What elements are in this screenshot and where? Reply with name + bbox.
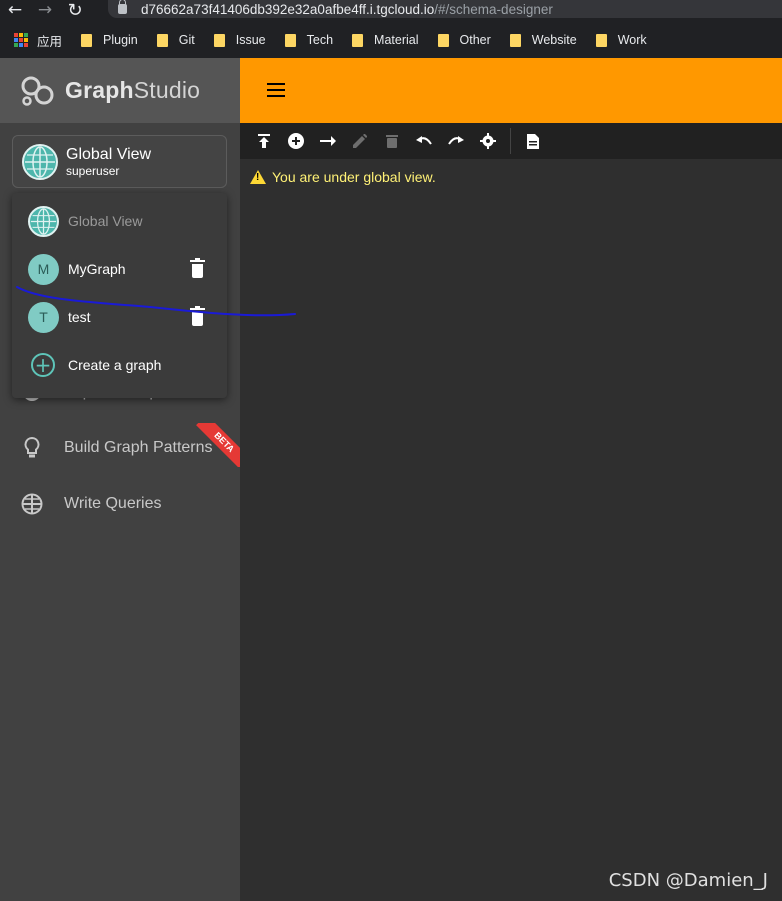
app-logo[interactable]: GraphStudio (0, 58, 240, 123)
bookmark-label: Issue (235, 33, 266, 47)
watermark: CSDN @Damien_J (608, 870, 768, 891)
graph-dropdown-menu: Global View M MyGraph T test + Create a … (12, 193, 227, 398)
undo-icon[interactable] (408, 123, 440, 159)
bookmark-label: 应用 (37, 34, 63, 49)
warning-icon (250, 170, 266, 184)
selector-text: Global View superuser (66, 146, 151, 178)
folder-icon (213, 33, 225, 47)
sidebar-item-build-graph-patterns[interactable]: Build Graph Patterns (20, 434, 213, 462)
add-vertex-icon[interactable] (280, 123, 312, 159)
reload-icon[interactable]: ↻ (60, 0, 90, 21)
trash-icon[interactable] (190, 306, 205, 326)
bookmark-work[interactable]: Work (595, 33, 647, 47)
bookmark-other[interactable]: Other (437, 33, 491, 47)
bookmark-apps[interactable]: 应用 (14, 31, 62, 50)
dropdown-item-label: Global View (68, 213, 143, 229)
bookmark-issue[interactable]: Issue (213, 33, 266, 47)
bookmark-website[interactable]: Website (509, 33, 577, 47)
delete-icon[interactable] (376, 123, 408, 159)
selector-subtitle: superuser (66, 163, 120, 178)
globe-icon (28, 205, 59, 237)
selector-title: Global View (66, 145, 152, 163)
avatar: T (28, 301, 59, 333)
folder-icon (595, 33, 607, 47)
bookmark-label: Tech (306, 33, 334, 47)
bookmark-label: Material (374, 33, 419, 47)
globe-icon (22, 143, 58, 180)
avatar: M (28, 253, 59, 285)
beta-ribbon: BETA (196, 423, 240, 467)
bookmark-plugin[interactable]: Plugin (81, 33, 138, 47)
publish-icon[interactable] (248, 123, 280, 159)
add-circle-icon: + (31, 353, 55, 377)
logo-text: GraphStudio (65, 77, 201, 103)
beta-label: BETA (196, 423, 240, 467)
graphstudio-logo-icon (21, 76, 54, 106)
url-host: d76662a73f41406db392e32a0afbe4ff.i.tgclo… (141, 1, 435, 17)
toolbar-divider (510, 128, 511, 154)
bookmark-label: Plugin (103, 33, 138, 47)
lightbulb-icon (20, 436, 44, 460)
dropdown-item-test[interactable]: T test (12, 293, 227, 341)
schema-canvas[interactable]: You are under global view. CSDN @Damien_… (240, 159, 782, 901)
dropdown-item-mygraph[interactable]: M MyGraph (12, 245, 227, 293)
sidebar-item-write-queries[interactable]: Write Queries (20, 490, 162, 518)
browser-chrome: ← → ↻ d76662a73f41406db392e32a0afbe4ff.i… (0, 0, 782, 58)
sidebar: GraphStudio Explore Graph Build Graph Pa… (0, 58, 240, 901)
dropdown-item-label: test (68, 309, 91, 325)
back-icon[interactable]: ← (0, 0, 30, 20)
edit-icon[interactable] (344, 123, 376, 159)
folder-icon (352, 33, 364, 47)
lock-icon (118, 0, 127, 14)
bookmark-git[interactable]: Git (156, 33, 195, 47)
dropdown-item-create-graph[interactable]: + Create a graph (12, 341, 227, 389)
bookmark-label: Git (178, 33, 195, 47)
trash-icon[interactable] (190, 258, 205, 278)
warning-text: You are under global view. (272, 169, 436, 185)
global-view-warning: You are under global view. (250, 169, 436, 185)
bookmark-label: Work (617, 33, 647, 47)
schema-toolbar (240, 123, 782, 159)
folder-icon (81, 33, 93, 47)
sidebar-item-label: Build Graph Patterns (64, 439, 213, 456)
address-bar[interactable]: d76662a73f41406db392e32a0afbe4ff.i.tgclo… (108, 0, 782, 18)
settings-icon[interactable] (472, 123, 504, 159)
dropdown-item-global-view[interactable]: Global View (12, 197, 227, 245)
dropdown-item-label: MyGraph (68, 261, 126, 277)
folder-icon (437, 33, 449, 47)
document-icon[interactable] (517, 123, 549, 159)
graph-selector[interactable]: Global View superuser (12, 135, 227, 188)
menu-icon[interactable] (267, 83, 285, 97)
folder-icon (284, 33, 296, 47)
dropdown-item-label: Create a graph (68, 357, 162, 373)
bookmark-tech[interactable]: Tech (284, 33, 334, 47)
apps-grid-icon (14, 33, 28, 47)
folder-icon (509, 33, 521, 47)
bookmarks-bar: 应用 Plugin Git Issue Tech Material Other … (0, 28, 782, 52)
bookmark-label: Other (459, 33, 491, 47)
url-path: /#/schema-designer (434, 1, 553, 17)
bookmark-label: Website (531, 33, 577, 47)
forward-icon[interactable]: → (30, 0, 60, 20)
sidebar-item-label: Write Queries (64, 495, 162, 512)
globe-query-icon (20, 492, 44, 516)
add-edge-icon[interactable] (312, 123, 344, 159)
redo-icon[interactable] (440, 123, 472, 159)
bookmark-material[interactable]: Material (352, 33, 419, 47)
app-header (240, 58, 782, 123)
folder-icon (156, 33, 168, 47)
